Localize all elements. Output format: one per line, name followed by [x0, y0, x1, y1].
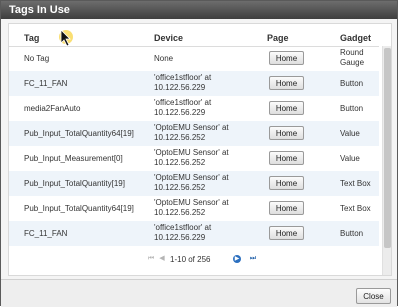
device-line: 10.122.56.229 [154, 233, 206, 242]
page-link-button[interactable]: Home [269, 226, 304, 240]
device-line: 'OptoEMU Sensor' at [154, 173, 229, 182]
pagination: ⏮ ◀ 1-10 of 256 ▶ ⏭ [9, 250, 379, 270]
page-link-button[interactable]: Home [269, 76, 304, 90]
gadget-line: Button [340, 104, 364, 113]
page-link-button[interactable]: Home [269, 201, 304, 215]
gadget-type: Value [340, 129, 360, 138]
column-header-tag[interactable]: Tag [24, 33, 39, 43]
device-line: 'office1stfloor' at [154, 98, 212, 107]
table-row: No Tag None Home Round Gauge [9, 46, 379, 71]
device-line: 10.122.56.252 [154, 158, 206, 167]
previous-page-icon[interactable]: ◀ [158, 255, 166, 263]
tags-table-panel: Tag Device Page Gadget No Tag None Home Rou… [8, 23, 392, 276]
tag-name: media2FanAuto [24, 104, 81, 113]
device-line: None [154, 54, 174, 63]
device-line: 'OptoEMU Sensor' at [154, 148, 229, 157]
gadget-line: Text Box [340, 204, 371, 213]
page-range-label: 1-10 of 256 [170, 255, 211, 264]
gadget-type: Button [340, 104, 363, 113]
device-line: 'office1stfloor' at [154, 73, 212, 82]
table-row: media2FanAuto 'office1stfloor' at 10.122.5… [9, 96, 379, 121]
device-line: 'OptoEMU Sensor' at [154, 198, 229, 207]
page-link-button[interactable]: Home [269, 101, 304, 115]
first-page-icon[interactable]: ⏮ [147, 255, 155, 263]
tag-name: Pub_Input_Measurement[0] [24, 154, 123, 163]
device-line: 10.122.56.252 [154, 183, 206, 192]
scrollbar-thumb[interactable] [384, 48, 391, 248]
last-page-icon[interactable]: ⏭ [249, 255, 257, 263]
device-info: 'OptoEMU Sensor' at 10.122.56.252 [154, 123, 229, 143]
gadget-line: Round [340, 48, 364, 57]
gadget-type: Text Box [340, 204, 371, 213]
device-line: 'office1stfloor' at [154, 223, 212, 232]
next-page-icon[interactable]: ▶ [233, 255, 241, 263]
gadget-line: Value [340, 129, 360, 138]
gadget-line: Button [340, 79, 364, 88]
device-info: 'office1stfloor' at 10.122.56.229 [154, 73, 211, 93]
gadget-type: Text Box [340, 179, 371, 188]
gadget-type: Button [340, 79, 363, 88]
device-line: 'OptoEMU Sensor' at [154, 123, 229, 132]
gadget-line: Gauge [340, 58, 365, 67]
tag-name: Pub_Input_TotalQuantity[19] [24, 179, 125, 188]
device-info: 'OptoEMU Sensor' at 10.122.56.252 [154, 198, 229, 218]
page-link-button[interactable]: Home [269, 176, 304, 190]
device-line: 10.122.56.229 [154, 83, 206, 92]
table-row: Pub_Input_Measurement[0] 'OptoEMU Sensor'… [9, 146, 379, 171]
tag-name: Pub_Input_TotalQuantity64[19] [24, 129, 134, 138]
pointer-cursor-icon [59, 29, 73, 47]
page-link-button[interactable]: Home [269, 126, 304, 140]
device-line: 10.122.56.252 [154, 133, 206, 142]
table-body: No Tag None Home Round Gauge FC_11_FAN 'office… [9, 46, 379, 246]
tag-name: No Tag [24, 54, 50, 63]
page-link-button[interactable]: Home [269, 151, 304, 165]
tag-name: FC_11_FAN [24, 229, 68, 238]
device-info: None [154, 54, 173, 64]
table-row: Pub_Input_TotalQuantity64[19] 'OptoEMU Se… [9, 196, 379, 221]
device-info: 'office1stfloor' at 10.122.56.229 [154, 223, 211, 243]
gadget-line: Text Box [340, 179, 371, 188]
device-line: 10.122.56.229 [154, 108, 206, 117]
gadget-line: Value [340, 154, 360, 163]
table-row: FC_11_FAN 'office1stfloor' at 10.122.56.22… [9, 221, 379, 246]
table-row: FC_11_FAN 'office1stfloor' at 10.122.56.22… [9, 71, 379, 96]
tag-name: Pub_Input_TotalQuantity64[19] [24, 204, 134, 213]
device-info: 'OptoEMU Sensor' at 10.122.56.252 [154, 173, 229, 193]
column-header-page[interactable]: Page [267, 33, 289, 43]
tag-name: FC_11_FAN [24, 79, 68, 88]
gadget-type: Button [340, 229, 363, 238]
vertical-scrollbar[interactable] [382, 46, 391, 275]
device-info: 'office1stfloor' at 10.122.56.229 [154, 98, 211, 118]
tags-in-use-dialog: Tags In Use Tag Device Page Gadget No Ta… [0, 0, 398, 307]
page-link-button[interactable]: Home [269, 51, 304, 65]
device-line: 10.122.56.252 [154, 208, 206, 217]
dialog-footer: Close [1, 279, 397, 307]
table-row: Pub_Input_TotalQuantity[19] 'OptoEMU Sens… [9, 171, 379, 196]
gadget-type: Value [340, 154, 360, 163]
column-header-gadget[interactable]: Gadget [340, 33, 371, 43]
gadget-line: Button [340, 229, 364, 238]
gadget-type: Round Gauge [340, 48, 364, 68]
close-button[interactable]: Close [356, 288, 391, 304]
column-header-device[interactable]: Device [154, 33, 183, 43]
table-row: Pub_Input_TotalQuantity64[19] 'OptoEMU Se… [9, 121, 379, 146]
device-info: 'OptoEMU Sensor' at 10.122.56.252 [154, 148, 229, 168]
dialog-title: Tags In Use [1, 1, 397, 19]
